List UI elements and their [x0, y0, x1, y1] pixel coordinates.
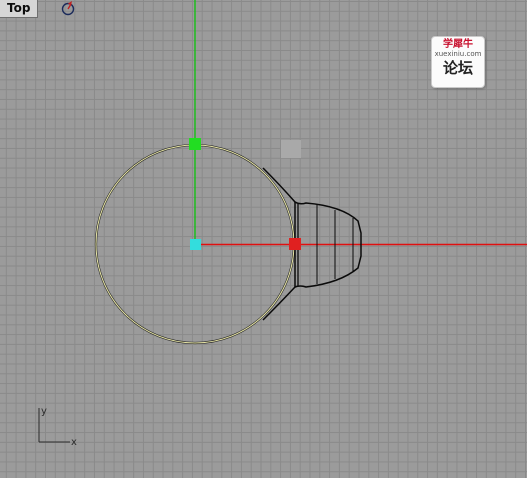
axis-x-label: x	[71, 437, 77, 448]
circular-arrow-icon[interactable]	[60, 0, 76, 16]
watermark-logo: 学犀牛 xuexiniu.com 论坛	[431, 36, 485, 88]
watermark-url: xuexiniu.com	[434, 50, 482, 58]
top-viewport[interactable]: Top 学犀牛 xuexiniu.com 论坛 y x	[0, 0, 527, 478]
watermark-line2: 论坛	[442, 59, 473, 77]
faint-marker	[281, 140, 301, 158]
world-axes-icon: y x	[38, 406, 77, 448]
origin-point[interactable]	[190, 239, 201, 250]
neck-upper-curve[interactable]	[262, 167, 296, 203]
watermark-line1: 学犀牛	[443, 39, 473, 50]
y-axis-handle[interactable]	[189, 138, 201, 150]
viewport-title-tab[interactable]: Top	[0, 0, 39, 18]
x-axis-handle[interactable]	[289, 238, 301, 250]
axis-y-label: y	[41, 406, 47, 417]
neck-lower-curve[interactable]	[262, 286, 296, 321]
